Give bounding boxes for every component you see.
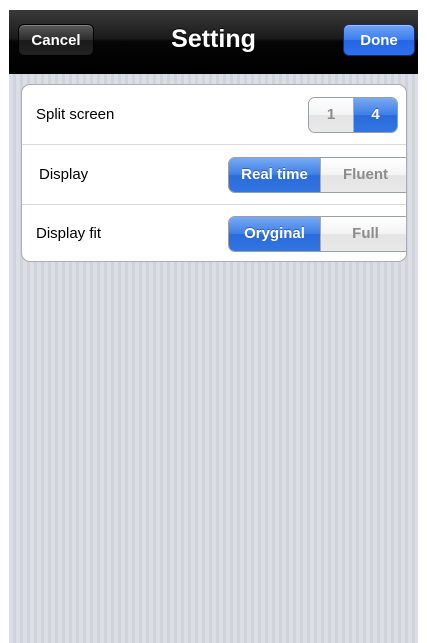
display-fit-option-full[interactable]: Full (319, 217, 406, 251)
display-fit-label: Display fit (36, 225, 102, 242)
done-button[interactable]: Done (343, 24, 415, 56)
settings-screen: Cancel Setting Done Split screen 1 4 Dis… (9, 10, 418, 643)
display-fit-segmented-control: Oryginal Full (228, 216, 406, 252)
split-screen-row: Split screen 1 4 (22, 85, 406, 145)
display-fit-row: Display fit Oryginal Full (22, 204, 406, 261)
navigation-bar: Cancel Setting Done (9, 10, 418, 74)
display-row: Display Real time Fluent (22, 145, 406, 205)
display-label: Display (39, 166, 89, 183)
display-option-fluent[interactable]: Fluent (319, 158, 406, 192)
split-screen-label: Split screen (36, 106, 115, 123)
split-screen-segmented-control: 1 4 (308, 97, 398, 133)
display-fit-option-original[interactable]: Oryginal (229, 217, 320, 251)
split-screen-option-4[interactable]: 4 (352, 98, 397, 132)
display-segmented-control: Real time Fluent (228, 157, 406, 193)
split-screen-option-1[interactable]: 1 (309, 98, 353, 132)
display-option-real-time[interactable]: Real time (229, 158, 320, 192)
settings-group: Split screen 1 4 Display Real time Fluen… (21, 84, 407, 262)
